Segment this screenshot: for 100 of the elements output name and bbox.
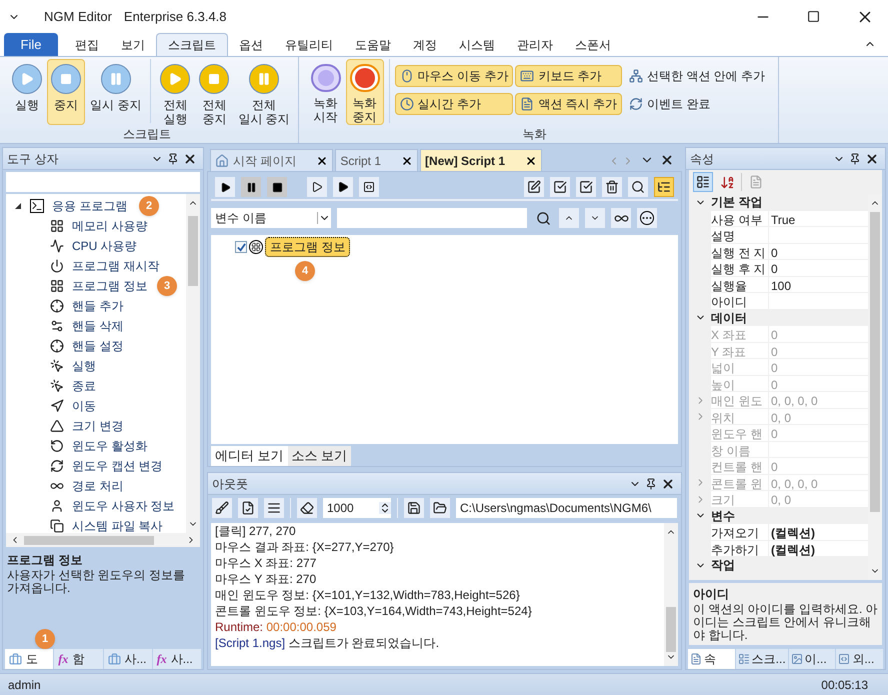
- toolbar-button[interactable]: [212, 498, 232, 518]
- property-value[interactable]: (컬렉션): [769, 524, 868, 540]
- tree-item[interactable]: CPU 사용량: [72, 237, 137, 255]
- ribbon-small-button[interactable]: 선택한 액션 안에 추가: [624, 65, 770, 87]
- menu-tab[interactable]: 관리자: [506, 33, 564, 56]
- document-tab[interactable]: [New] Script 1: [420, 149, 542, 171]
- tree-item[interactable]: 윈도우 활성화: [72, 437, 148, 455]
- property-value[interactable]: (컬렉션): [769, 540, 868, 557]
- toolbar-button[interactable]: [524, 177, 544, 197]
- menu-tab[interactable]: 스폰서: [564, 33, 622, 56]
- scrollbar-thumb[interactable]: [666, 607, 676, 652]
- close-icon[interactable]: [401, 154, 414, 166]
- menu-tab[interactable]: 계정: [402, 33, 448, 56]
- expand-toggle-icon[interactable]: [14, 202, 22, 210]
- toolbar-button[interactable]: [637, 208, 657, 228]
- toolbar-button[interactable]: [333, 177, 353, 197]
- vertical-scrollbar[interactable]: [664, 523, 678, 666]
- tree-item[interactable]: 핸들 추가: [72, 297, 124, 315]
- search-field[interactable]: [6, 172, 200, 192]
- tree-item[interactable]: 크기 변경: [72, 417, 124, 435]
- tree-item[interactable]: 핸들 삭제: [72, 317, 124, 335]
- scrollbar-thumb[interactable]: [870, 212, 880, 512]
- tree-view-toggle[interactable]: [654, 177, 674, 197]
- path-field[interactable]: C:\Users\ngmas\Documents\NGM6\: [456, 498, 677, 518]
- toolbar-button[interactable]: [267, 177, 287, 197]
- tree-item[interactable]: 윈도우 사용자 정보: [72, 497, 175, 515]
- toolbar-button[interactable]: [430, 498, 450, 518]
- panel-tab[interactable]: 외...: [836, 649, 883, 669]
- document-tab[interactable]: Script 1: [335, 149, 418, 171]
- menu-tab[interactable]: 옵션: [228, 33, 274, 56]
- checkbox[interactable]: [235, 241, 247, 253]
- close-icon[interactable]: [660, 153, 674, 167]
- close-icon[interactable]: [661, 476, 675, 490]
- panel-tab[interactable]: fx 사...: [152, 649, 201, 669]
- view-tab[interactable]: 에디터 보기: [211, 446, 288, 466]
- ribbon-button[interactable]: 녹화 중지: [346, 59, 384, 125]
- ribbon-small-button[interactable]: 액션 즉시 추가: [515, 93, 622, 115]
- tree-item[interactable]: 핸들 설정: [72, 337, 124, 355]
- menu-tab[interactable]: 유틸리티: [274, 33, 344, 56]
- ribbon-button[interactable]: 실행: [8, 59, 46, 125]
- toolbar-button[interactable]: [297, 498, 317, 518]
- panel-tab[interactable]: 이...: [788, 649, 836, 669]
- tree-item[interactable]: 종료: [72, 377, 96, 395]
- tree-item[interactable]: 시스템 파일 복사: [72, 517, 163, 533]
- scrollbar-thumb[interactable]: [24, 536, 154, 544]
- menu-tab[interactable]: 보기: [110, 33, 156, 56]
- ribbon-small-button[interactable]: 실시간 추가: [394, 93, 514, 115]
- tree-item[interactable]: 응용 프로그램: [52, 197, 128, 215]
- toolbar-button[interactable]: [628, 177, 648, 197]
- ribbon-button[interactable]: 중지: [47, 59, 85, 125]
- toolbar-button[interactable]: [307, 177, 327, 197]
- tree-item[interactable]: 윈도우 캡션 변경: [72, 457, 163, 475]
- tree-item[interactable]: 프로그램 정보: [72, 277, 148, 295]
- property-value[interactable]: 100: [769, 276, 868, 293]
- ribbon-button[interactable]: 전체 실행: [156, 59, 194, 125]
- toolbar-button[interactable]: [215, 177, 235, 197]
- property-value[interactable]: 0: [769, 244, 868, 260]
- vertical-scrollbar[interactable]: [186, 194, 200, 533]
- tree-item[interactable]: 경로 처리: [72, 477, 124, 495]
- maximize-icon[interactable]: [807, 10, 820, 23]
- toolbar-button[interactable]: [238, 498, 258, 518]
- toolbar-button[interactable]: [359, 177, 379, 197]
- panel-tab[interactable]: 스크...: [736, 649, 788, 669]
- toolbar-button[interactable]: [550, 177, 570, 197]
- ribbon-button[interactable]: 전체 일시 중지: [234, 59, 294, 125]
- view-tab[interactable]: 소스 보기: [288, 446, 352, 466]
- menu-tab[interactable]: 도움말: [344, 33, 402, 56]
- toolbar-button[interactable]: [611, 208, 631, 228]
- tree-item[interactable]: 프로그램 재시작: [72, 257, 160, 275]
- document-tab[interactable]: 시작 페이지: [210, 149, 334, 171]
- toolbar-button[interactable]: [241, 177, 261, 197]
- ribbon-button[interactable]: 녹화 시작: [306, 59, 345, 125]
- property-value[interactable]: 0: [769, 260, 868, 276]
- number-field[interactable]: 1000: [323, 498, 391, 518]
- property-value[interactable]: True: [769, 210, 868, 227]
- horizontal-scrollbar[interactable]: [6, 533, 200, 547]
- ribbon-small-button[interactable]: 마우스 이동 추가: [394, 65, 514, 87]
- spinner-icon[interactable]: [379, 502, 391, 514]
- pin-icon[interactable]: [849, 152, 861, 164]
- categorized-view-button[interactable]: [693, 172, 713, 192]
- variable-dropdown[interactable]: 변수 이름: [211, 208, 331, 228]
- menu-tab[interactable]: 시스템: [448, 33, 506, 56]
- ribbon-small-button[interactable]: 키보드 추가: [515, 65, 622, 87]
- file-menu-button[interactable]: File: [4, 33, 58, 56]
- close-icon[interactable]: [183, 152, 197, 166]
- scrollbar-thumb[interactable]: [188, 216, 198, 286]
- menu-tab[interactable]: 스크립트: [156, 33, 228, 56]
- panel-tab[interactable]: 도: [5, 649, 54, 669]
- pin-icon[interactable]: [645, 478, 657, 490]
- close-icon[interactable]: [316, 154, 328, 166]
- close-icon[interactable]: [525, 154, 538, 166]
- toolbar-button[interactable]: [576, 177, 596, 197]
- tree-item[interactable]: 실행: [72, 357, 96, 375]
- toolbar-button[interactable]: [404, 498, 424, 518]
- toolbar-button[interactable]: [264, 498, 284, 518]
- ribbon-small-button[interactable]: 이벤트 완료: [624, 93, 770, 115]
- toolbar-button[interactable]: [602, 177, 622, 197]
- menu-tab[interactable]: 편집: [64, 33, 110, 56]
- panel-tab[interactable]: 사...: [104, 649, 152, 669]
- ribbon-button[interactable]: 일시 중지: [86, 59, 146, 125]
